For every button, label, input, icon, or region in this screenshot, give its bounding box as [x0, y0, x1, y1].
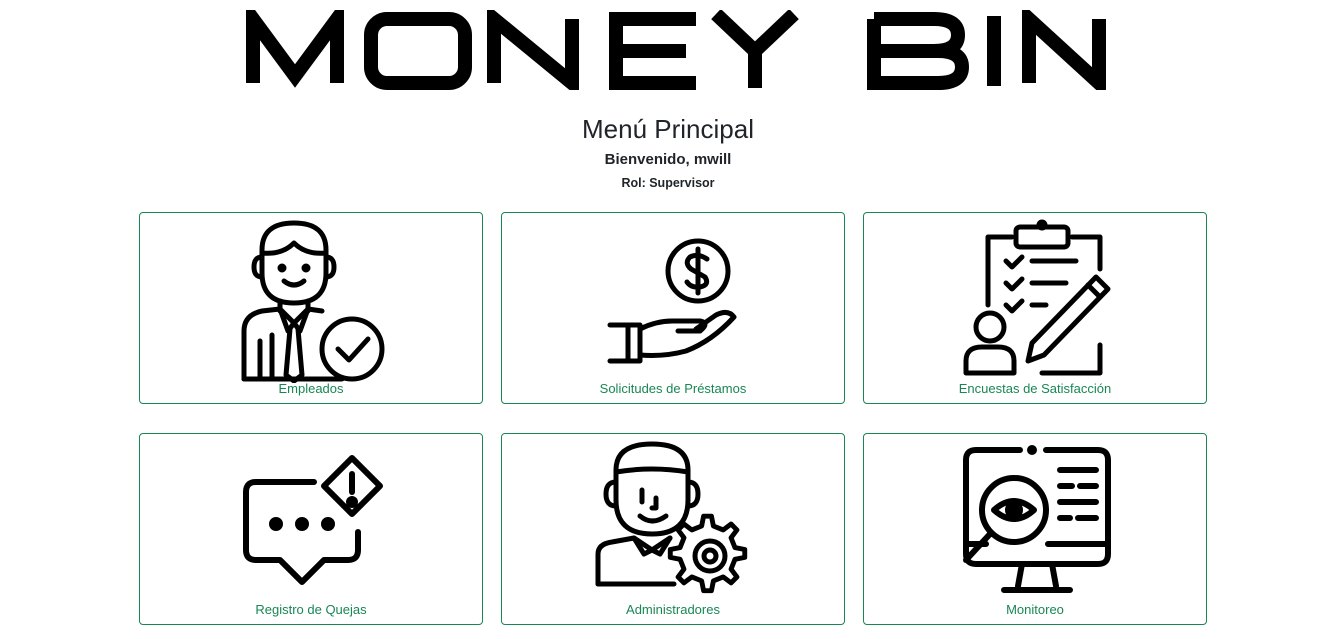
survey-clipboard-icon — [956, 215, 1116, 383]
monitor-eye-icon — [956, 436, 1116, 604]
employee-check-icon — [232, 215, 392, 383]
menu-card-label: Registro de Quejas — [255, 602, 367, 617]
user-role: Rol: Supervisor — [621, 176, 715, 190]
logo-image — [246, 10, 1106, 90]
logo — [244, 10, 1110, 90]
menu-card-encuestas-satisfaccion[interactable]: Encuestas de Satisfacción — [863, 212, 1207, 404]
menu-card-label: Empleados — [278, 381, 344, 396]
complaint-chat-icon — [232, 436, 392, 604]
menu-card-empleados[interactable]: Empleados — [139, 212, 483, 404]
menu-card-label: Administradores — [626, 602, 720, 617]
hand-dollar-icon — [594, 215, 754, 383]
menu-card-registro-quejas[interactable]: Registro de Quejas — [139, 433, 483, 625]
menu-card-label: Monitoreo — [1006, 602, 1064, 617]
welcome-message: Bienvenido, mwill — [604, 151, 732, 168]
menu-card-label: Encuestas de Satisfacción — [958, 381, 1112, 396]
admin-gear-icon — [594, 436, 754, 604]
menu-card-monitoreo[interactable]: Monitoreo — [863, 433, 1207, 625]
menu-card-administradores[interactable]: Administradores — [501, 433, 845, 625]
menu-card-solicitudes-prestamos[interactable]: Solicitudes de Préstamos — [501, 212, 845, 404]
page-title: Menú Principal — [582, 114, 754, 144]
menu-card-label: Solicitudes de Préstamos — [599, 381, 747, 396]
